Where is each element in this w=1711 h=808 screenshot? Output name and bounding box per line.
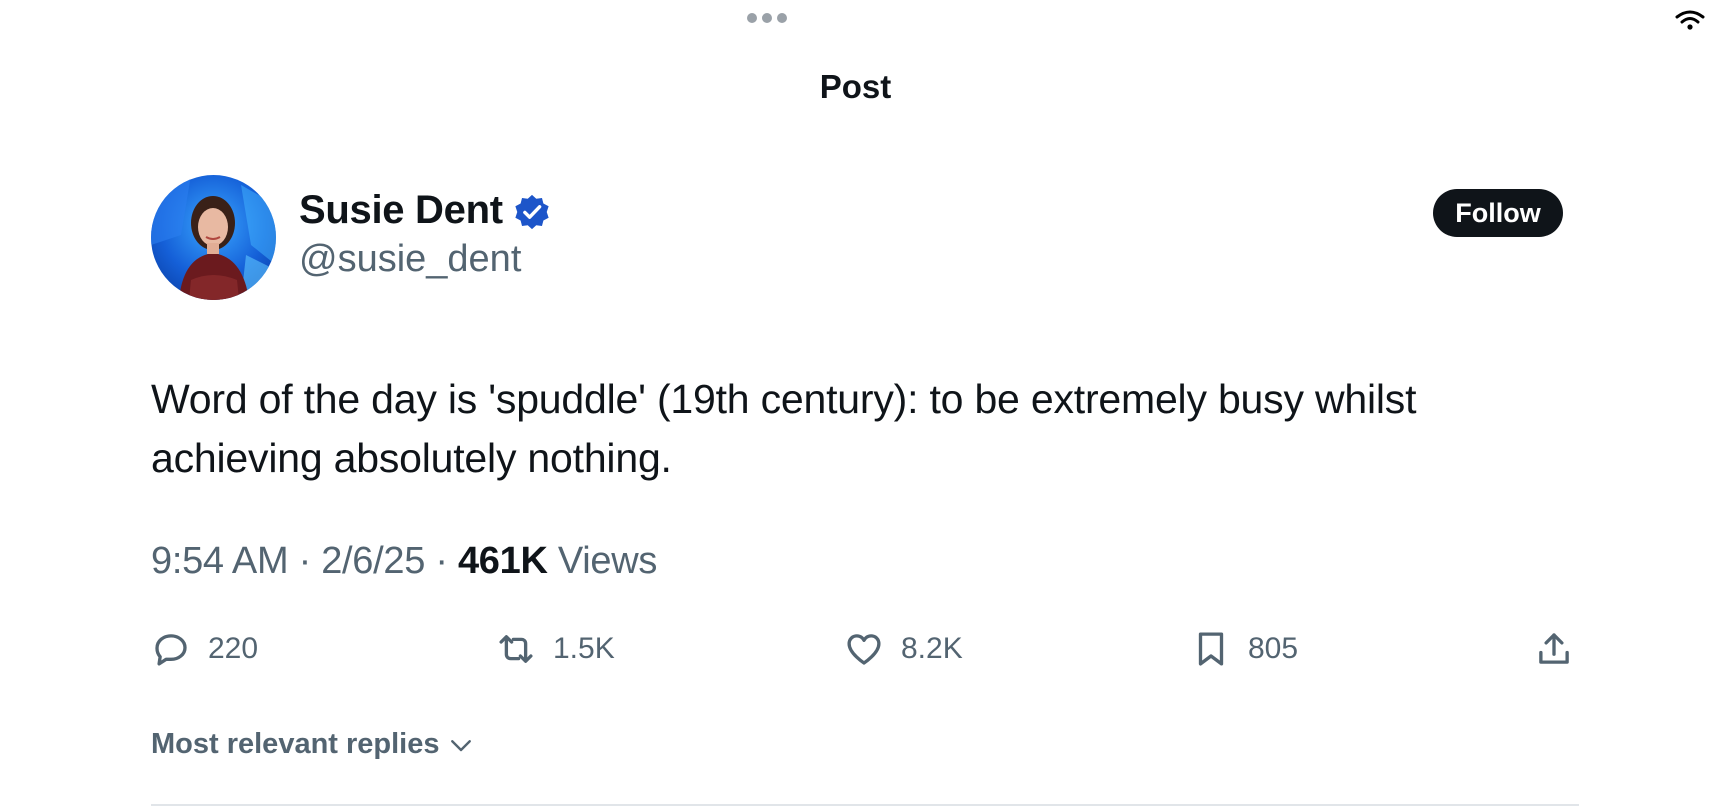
heart-icon (847, 634, 881, 665)
avatar[interactable] (151, 175, 276, 300)
retweet-icon (499, 635, 533, 663)
bookmark-count: 805 (1248, 632, 1299, 665)
like-button[interactable]: 8.2K (843, 628, 963, 670)
views-count[interactable]: 461K (458, 540, 548, 582)
replies-sort-label: Most relevant replies (151, 728, 440, 760)
share-button[interactable] (1533, 628, 1575, 670)
more-dots-icon[interactable] (747, 13, 787, 23)
meta-separator: · (298, 540, 312, 582)
replies-sort-dropdown[interactable]: Most relevant replies (151, 728, 476, 761)
author-name-row: Susie Dent (299, 188, 551, 233)
views-label[interactable]: Views (558, 540, 657, 582)
wifi-icon (1675, 10, 1705, 30)
tweet-meta: 9:54 AM · 2/6/25 · 461K Views (151, 540, 657, 583)
bookmark-icon (1198, 632, 1224, 666)
dot (777, 13, 787, 23)
follow-button[interactable]: Follow (1433, 189, 1563, 237)
dot (762, 13, 772, 23)
page-title: Post (819, 68, 892, 105)
like-count: 8.2K (901, 632, 963, 665)
reply-count: 220 (208, 632, 259, 665)
verified-badge-icon[interactable] (513, 193, 551, 231)
share-icon (1539, 633, 1569, 664)
reply-icon (155, 634, 187, 666)
tweet-text: Word of the day is 'spuddle' (19th centu… (151, 376, 1417, 481)
tweet-date[interactable]: 2/6/25 (321, 540, 425, 582)
reply-button[interactable]: 220 (150, 628, 258, 670)
author-name[interactable]: Susie Dent (299, 188, 503, 233)
retweet-button[interactable]: 1.5K (495, 628, 615, 670)
tweet-time[interactable]: 9:54 AM (151, 540, 289, 582)
meta-separator: · (435, 540, 448, 582)
divider (151, 804, 1579, 806)
retweet-count: 1.5K (553, 632, 615, 665)
chevron-down-icon (450, 739, 471, 751)
author-handle[interactable]: @susie_dent (299, 238, 521, 281)
bookmark-button[interactable]: 805 (1190, 628, 1298, 670)
dot (747, 13, 757, 23)
